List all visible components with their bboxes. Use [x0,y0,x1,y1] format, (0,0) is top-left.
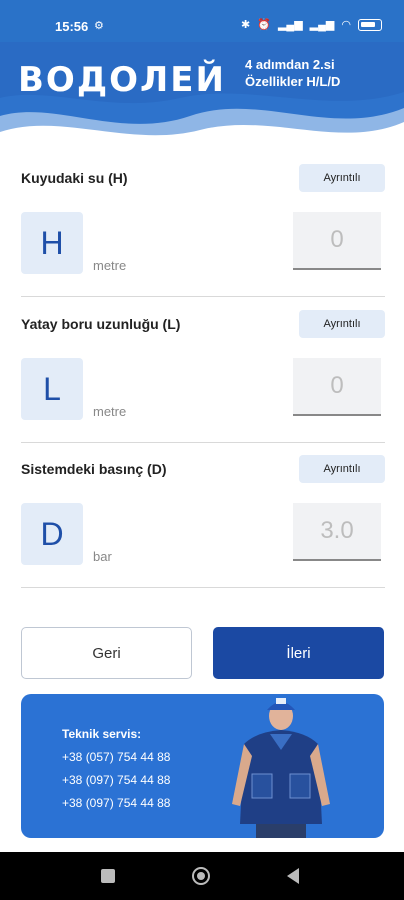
step-indicator: 4 adımdan 2.si Özellikler H/L/D [245,56,340,90]
phone-number[interactable]: +38 (097) 754 44 88 [62,773,170,787]
service-title: Teknik servis: [62,727,142,741]
letter-badge-l: L [21,358,83,420]
value-input-d[interactable]: 3.0 [293,503,381,561]
gear-icon: ⚙ [94,20,104,32]
status-icons: ✱ ⏰ ▂▄▆ ▂▄▆ ◠ [241,18,382,31]
details-button-h[interactable]: Ayrıntılı [299,164,385,192]
section-title: Sistemdeki basınç (D) [21,461,167,477]
app-header: ВОДОЛЕЙ 4 adımdan 2.si Özellikler H/L/D [0,42,404,162]
home-icon[interactable] [192,867,210,885]
battery-icon [358,18,382,31]
unit-label: metre [93,404,127,419]
back-button[interactable]: Geri [21,627,192,679]
service-card: Teknik servis: +38 (057) 754 44 88 +38 (… [21,694,384,838]
alarm-icon: ⏰ [257,19,271,31]
step-title: Özellikler H/L/D [245,74,341,89]
signal-icon: ▂▄▆ [277,19,303,31]
section-title: Yatay boru uzunluğu (L) [21,316,181,332]
signal-icon-2: ▂▄▆ [309,19,335,31]
step-count: 4 adımdan 2.si [245,57,335,72]
app-logo: ВОДОЛЕЙ [18,60,226,100]
section-title: Kuyudaki su (H) [21,170,128,186]
section-h: Kuyudaki su (H) Ayrıntılı H metre 0 [21,164,385,290]
details-button-d[interactable]: Ayrıntılı [299,455,385,483]
system-nav-bar [0,852,404,900]
divider [21,587,385,588]
details-button-l[interactable]: Ayrıntılı [299,310,385,338]
divider [21,442,385,443]
value-input-l[interactable]: 0 [293,358,381,416]
section-d: Sistemdeki basınç (D) Ayrıntılı D bar 3.… [21,455,385,581]
unit-label: metre [93,258,127,273]
bluetooth-icon: ✱ [241,19,251,31]
divider [21,296,385,297]
letter-badge-d: D [21,503,83,565]
back-arrow-icon[interactable] [287,868,299,884]
section-l: Yatay boru uzunluğu (L) Ayrıntılı L metr… [21,310,385,436]
status-bar: 15:56 ⚙ ✱ ⏰ ▂▄▆ ▂▄▆ ◠ [0,0,404,42]
recent-apps-icon[interactable] [101,869,115,883]
next-button[interactable]: İleri [213,627,384,679]
unit-label: bar [93,549,112,564]
value-input-h[interactable]: 0 [293,212,381,270]
status-time: 15:56 [55,19,89,34]
technician-image [232,698,330,838]
phone-number[interactable]: +38 (057) 754 44 88 [62,750,170,764]
phone-number[interactable]: +38 (097) 754 44 88 [62,796,170,810]
wifi-icon: ◠ [341,19,351,31]
letter-badge-h: H [21,212,83,274]
